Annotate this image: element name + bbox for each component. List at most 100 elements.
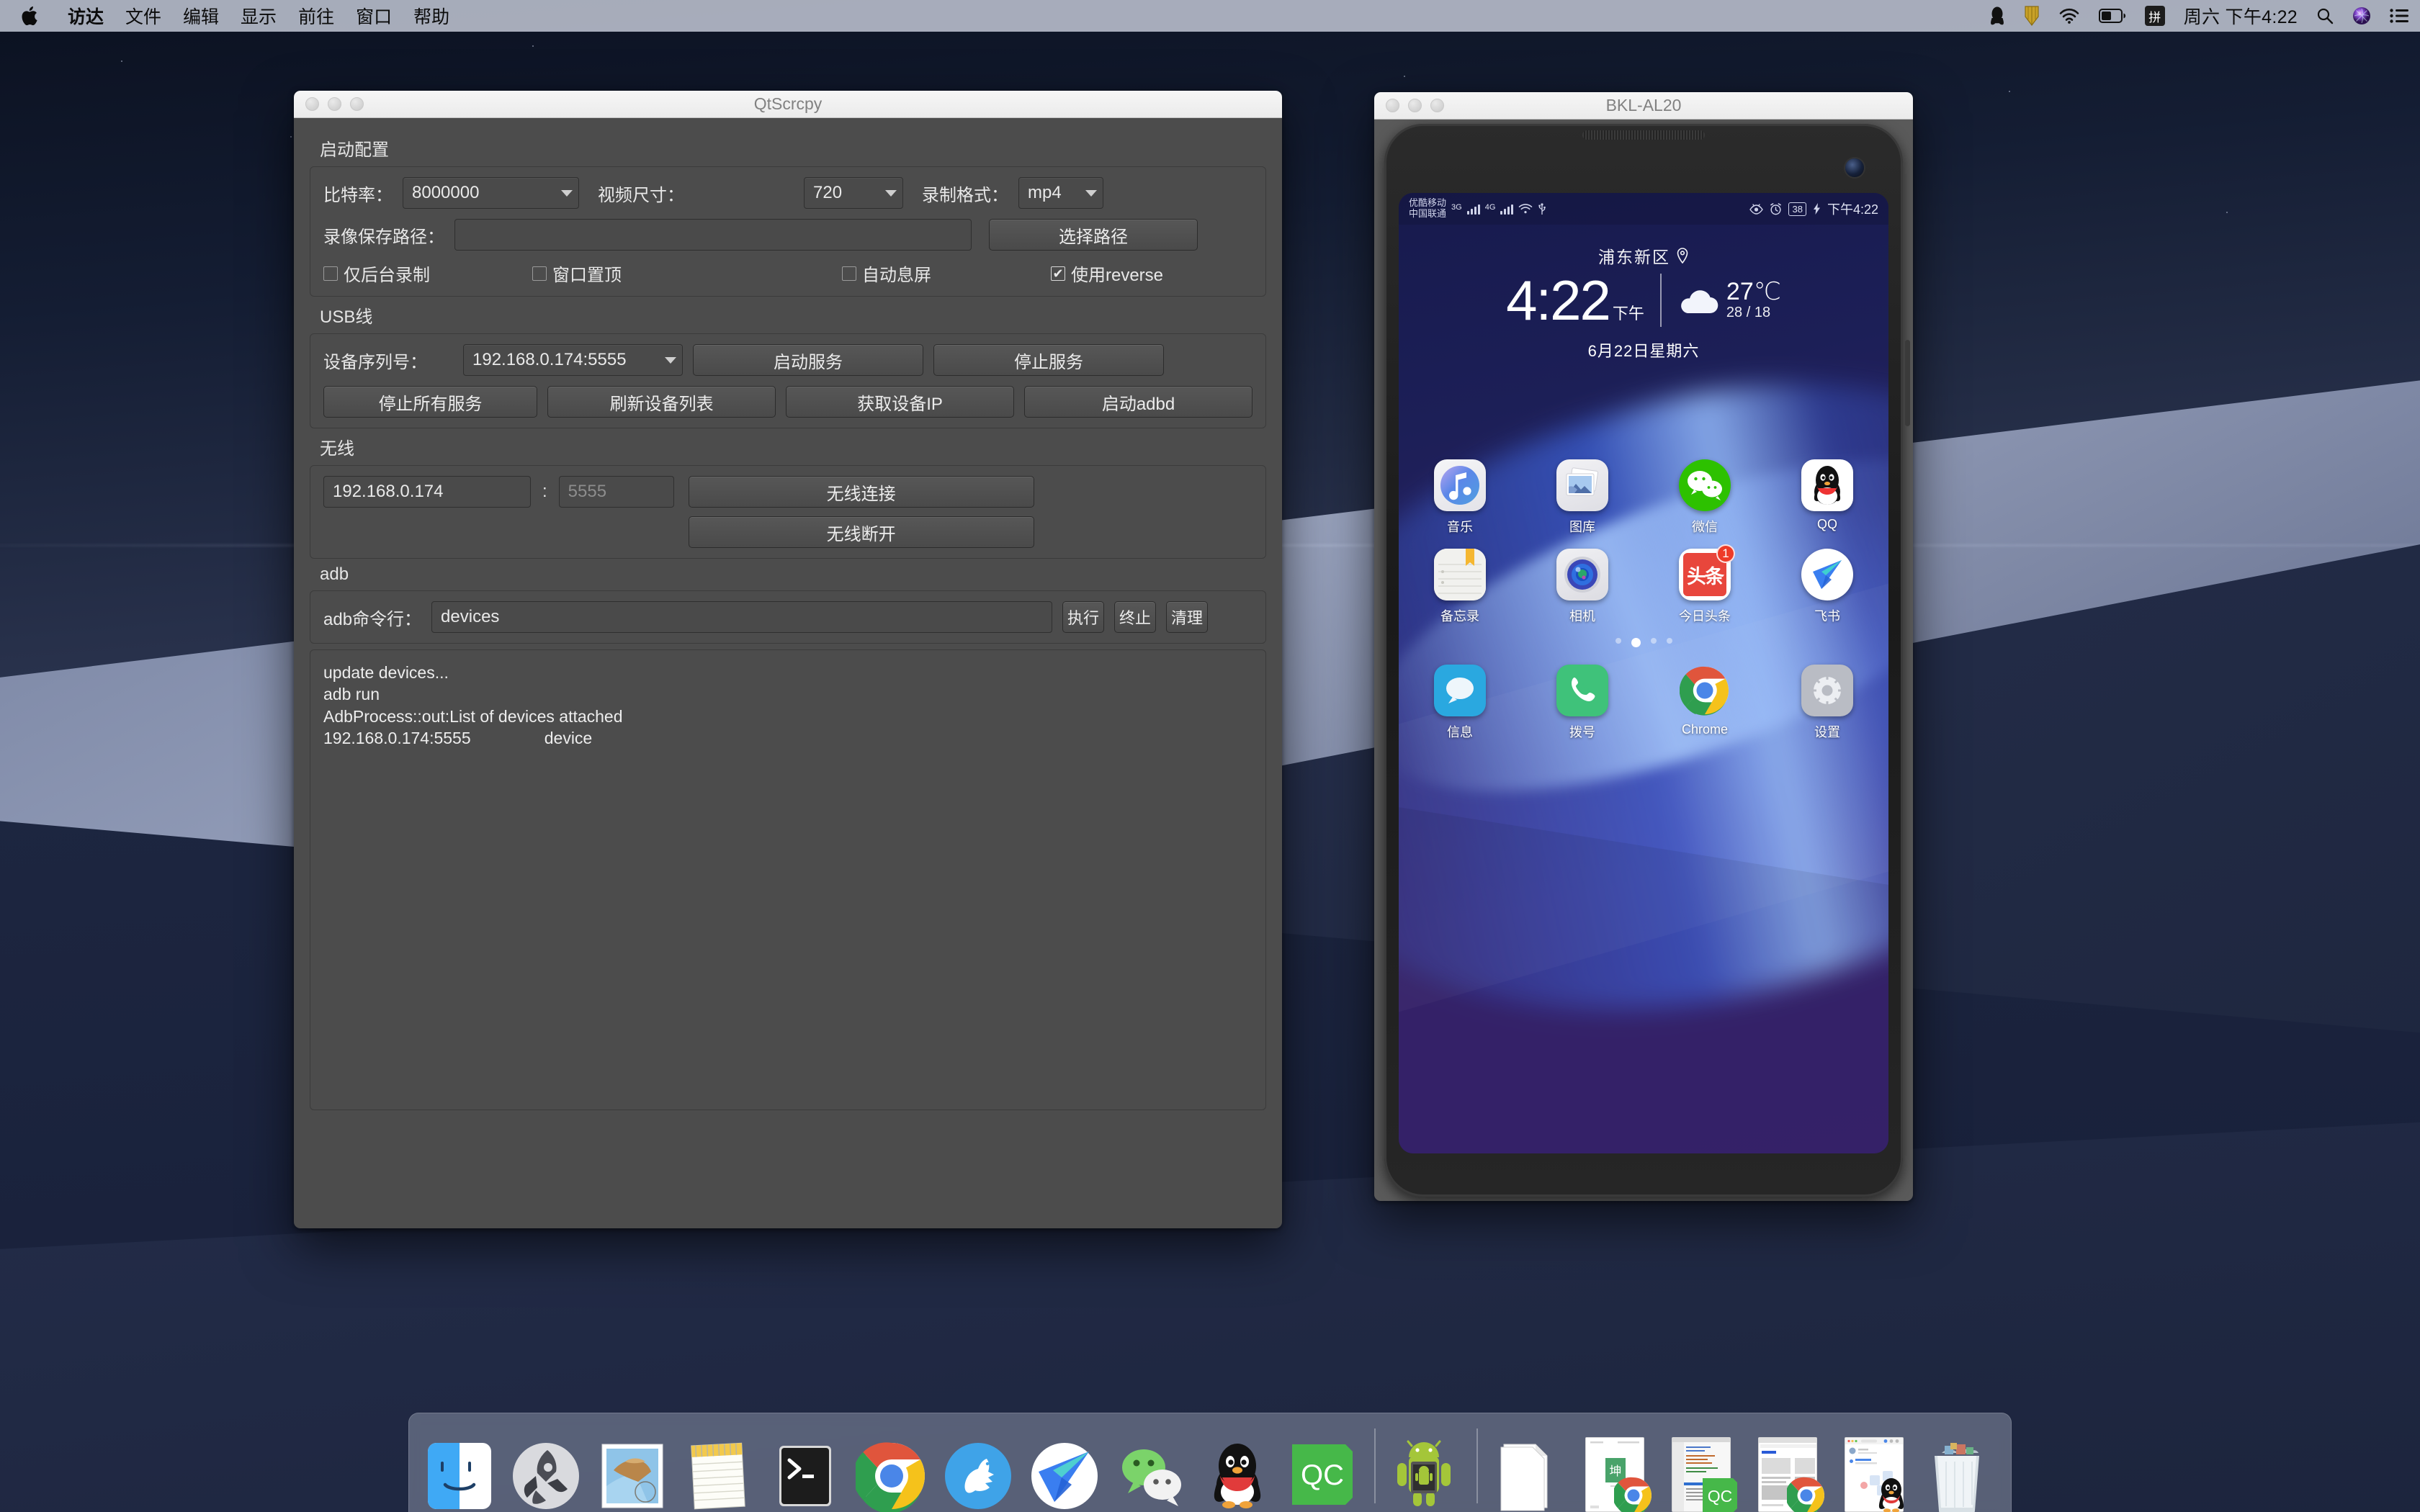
checkbox-label: 使用reverse bbox=[1071, 261, 1163, 286]
wifi-icon[interactable] bbox=[2058, 7, 2080, 24]
wireless-connect-button[interactable]: 无线连接 bbox=[689, 476, 1034, 508]
menu-go[interactable]: 前往 bbox=[298, 3, 334, 29]
app-wechat[interactable]: 微信 bbox=[1644, 459, 1766, 536]
window-traffic-lights[interactable] bbox=[1374, 99, 1444, 112]
gallery-icon bbox=[1556, 459, 1608, 511]
qq-penguin-icon[interactable] bbox=[1989, 6, 2005, 26]
dock-finder[interactable] bbox=[419, 1431, 500, 1512]
adb-stop-button[interactable]: 终止 bbox=[1114, 601, 1156, 633]
dock-launchpad[interactable] bbox=[506, 1431, 586, 1512]
wireless-port-input[interactable]: 5555 bbox=[559, 476, 674, 508]
dock-qtscrcpy-qc[interactable]: QC bbox=[1283, 1431, 1364, 1512]
app-camera[interactable]: 相机 bbox=[1521, 549, 1644, 625]
checkbox-always-on-top[interactable]: 窗口置顶 bbox=[532, 261, 842, 286]
dock-sogou-seal[interactable] bbox=[938, 1431, 1018, 1512]
close-button[interactable] bbox=[305, 97, 319, 111]
input-method-indicator[interactable]: 拼 bbox=[2145, 6, 2165, 26]
search-icon[interactable] bbox=[2316, 7, 2334, 24]
app-notes[interactable]: 备忘录 bbox=[1399, 549, 1521, 625]
wireless-ip-input[interactable]: 192.168.0.174 bbox=[323, 476, 531, 508]
app-toutiao[interactable]: 头条 1 今日头条 bbox=[1644, 549, 1766, 625]
choose-path-button[interactable]: 选择路径 bbox=[989, 219, 1198, 251]
app-music[interactable]: 音乐 bbox=[1399, 459, 1521, 536]
app-gallery[interactable]: 图库 bbox=[1521, 459, 1644, 536]
dock-notes[interactable] bbox=[678, 1431, 759, 1512]
power-button[interactable] bbox=[1905, 340, 1910, 426]
battery-icon[interactable] bbox=[2099, 9, 2126, 23]
dock-minimized-qtscrcpy-code[interactable]: QC bbox=[1661, 1431, 1742, 1512]
stop-service-button[interactable]: 停止服务 bbox=[933, 344, 1164, 376]
dock-documents-stack[interactable] bbox=[1488, 1431, 1569, 1512]
dock-messages[interactable]: 信息 bbox=[1399, 665, 1521, 741]
apple-logo-icon[interactable] bbox=[22, 6, 37, 25]
get-device-ip-button[interactable]: 获取设备IP bbox=[786, 386, 1014, 418]
start-adbd-button[interactable]: 启动adbd bbox=[1024, 386, 1252, 418]
bitrate-combobox[interactable]: 8000000 bbox=[403, 177, 579, 209]
wireless-disconnect-button[interactable]: 无线断开 bbox=[689, 516, 1034, 548]
adb-group-title: adb bbox=[320, 564, 1266, 585]
phone-mirror-window[interactable]: BKL-AL20 优酷移动 中国联通 bbox=[1374, 92, 1913, 1201]
app-qq[interactable]: QQ bbox=[1766, 459, 1888, 536]
shield-icon[interactable] bbox=[2024, 6, 2040, 26]
video-size-combobox[interactable]: 720 bbox=[804, 177, 903, 209]
app-label: 备忘录 bbox=[1440, 606, 1479, 625]
adb-run-button[interactable]: 执行 bbox=[1062, 601, 1104, 633]
adb-clear-button[interactable]: 清理 bbox=[1166, 601, 1208, 633]
menubar-clock[interactable]: 周六 下午4:22 bbox=[2184, 3, 2298, 29]
qtscrcpy-titlebar[interactable]: QtScrcpy bbox=[294, 91, 1282, 118]
dock-chrome[interactable]: Chrome bbox=[1644, 665, 1766, 741]
app-feishu[interactable]: 飞书 bbox=[1766, 549, 1888, 625]
menu-view[interactable]: 显示 bbox=[241, 3, 277, 29]
dock-minimized-chrome-browser[interactable] bbox=[1747, 1431, 1828, 1512]
window-traffic-lights[interactable] bbox=[294, 97, 364, 111]
menu-window[interactable]: 窗口 bbox=[356, 3, 392, 29]
menu-help[interactable]: 帮助 bbox=[413, 3, 449, 29]
device-serial-combobox[interactable]: 192.168.0.174:5555 bbox=[463, 344, 683, 376]
menu-edit[interactable]: 编辑 bbox=[183, 3, 219, 29]
weather-range: 28 / 18 bbox=[1726, 305, 1781, 321]
dock-trash[interactable] bbox=[1920, 1431, 2001, 1512]
qtscrcpy-window[interactable]: QtScrcpy 启动配置 比特率： 8000000 视频尺寸： 720 录制格… bbox=[294, 91, 1282, 1228]
maximize-button[interactable] bbox=[350, 97, 364, 111]
dock-settings[interactable]: 设置 bbox=[1766, 665, 1888, 741]
dock-feishu[interactable] bbox=[1024, 1431, 1105, 1512]
dock-qq[interactable] bbox=[1197, 1431, 1278, 1512]
dock-chrome[interactable] bbox=[851, 1431, 932, 1512]
dock-minimized-chrome-doc[interactable]: 坤 bbox=[1574, 1431, 1655, 1512]
adb-command-input[interactable]: devices bbox=[431, 601, 1052, 633]
stop-all-services-button[interactable]: 停止所有服务 bbox=[323, 386, 537, 418]
control-center-icon[interactable] bbox=[2390, 9, 2408, 23]
refresh-device-list-button[interactable]: 刷新设备列表 bbox=[547, 386, 776, 418]
minimize-button[interactable] bbox=[1408, 99, 1422, 112]
dock-dialer[interactable]: 拨号 bbox=[1521, 665, 1644, 741]
checkbox-background-record[interactable]: 仅后台录制 bbox=[323, 261, 532, 286]
dock-terminal[interactable] bbox=[765, 1431, 846, 1512]
phone-window-titlebar[interactable]: BKL-AL20 bbox=[1374, 92, 1913, 120]
savepath-input[interactable] bbox=[454, 219, 972, 251]
siri-icon[interactable] bbox=[2352, 6, 2371, 25]
dock-wechat[interactable] bbox=[1111, 1431, 1191, 1512]
menu-finder[interactable]: 访达 bbox=[68, 3, 104, 29]
start-service-button[interactable]: 启动服务 bbox=[693, 344, 923, 376]
close-button[interactable] bbox=[1386, 99, 1399, 112]
checkbox-box bbox=[842, 266, 856, 281]
dock-qtscrcpy-android[interactable] bbox=[1386, 1431, 1466, 1512]
page-dot[interactable] bbox=[1615, 638, 1621, 644]
checkbox-auto-screen-off[interactable]: 自动息屏 bbox=[842, 261, 1051, 286]
wireless-row: 192.168.0.174 : 5555 无线连接 无线断开 bbox=[323, 476, 1252, 548]
record-format-combobox[interactable]: mp4 bbox=[1018, 177, 1103, 209]
dock-mail[interactable] bbox=[592, 1431, 673, 1512]
phone-screen[interactable]: 优酷移动 中国联通 3G 4G bbox=[1399, 193, 1888, 1153]
android-qtscrcpy-icon bbox=[1390, 1440, 1462, 1512]
dock-minimized-qq-chat[interactable] bbox=[1834, 1431, 1914, 1512]
minimize-button[interactable] bbox=[328, 97, 341, 111]
maximize-button[interactable] bbox=[1430, 99, 1444, 112]
adb-console-output[interactable]: update devices... adb run AdbProcess::ou… bbox=[310, 649, 1266, 1110]
checkbox-use-reverse[interactable]: ✔ 使用reverse bbox=[1051, 261, 1163, 286]
page-dot-active[interactable] bbox=[1631, 638, 1641, 647]
menu-file[interactable]: 文件 bbox=[125, 3, 161, 29]
page-dot[interactable] bbox=[1651, 638, 1657, 644]
svg-text:QC: QC bbox=[1708, 1487, 1733, 1506]
clock-weather-widget[interactable]: 浦东新区 4:22 下午 bbox=[1399, 243, 1888, 361]
page-dot[interactable] bbox=[1667, 638, 1672, 644]
